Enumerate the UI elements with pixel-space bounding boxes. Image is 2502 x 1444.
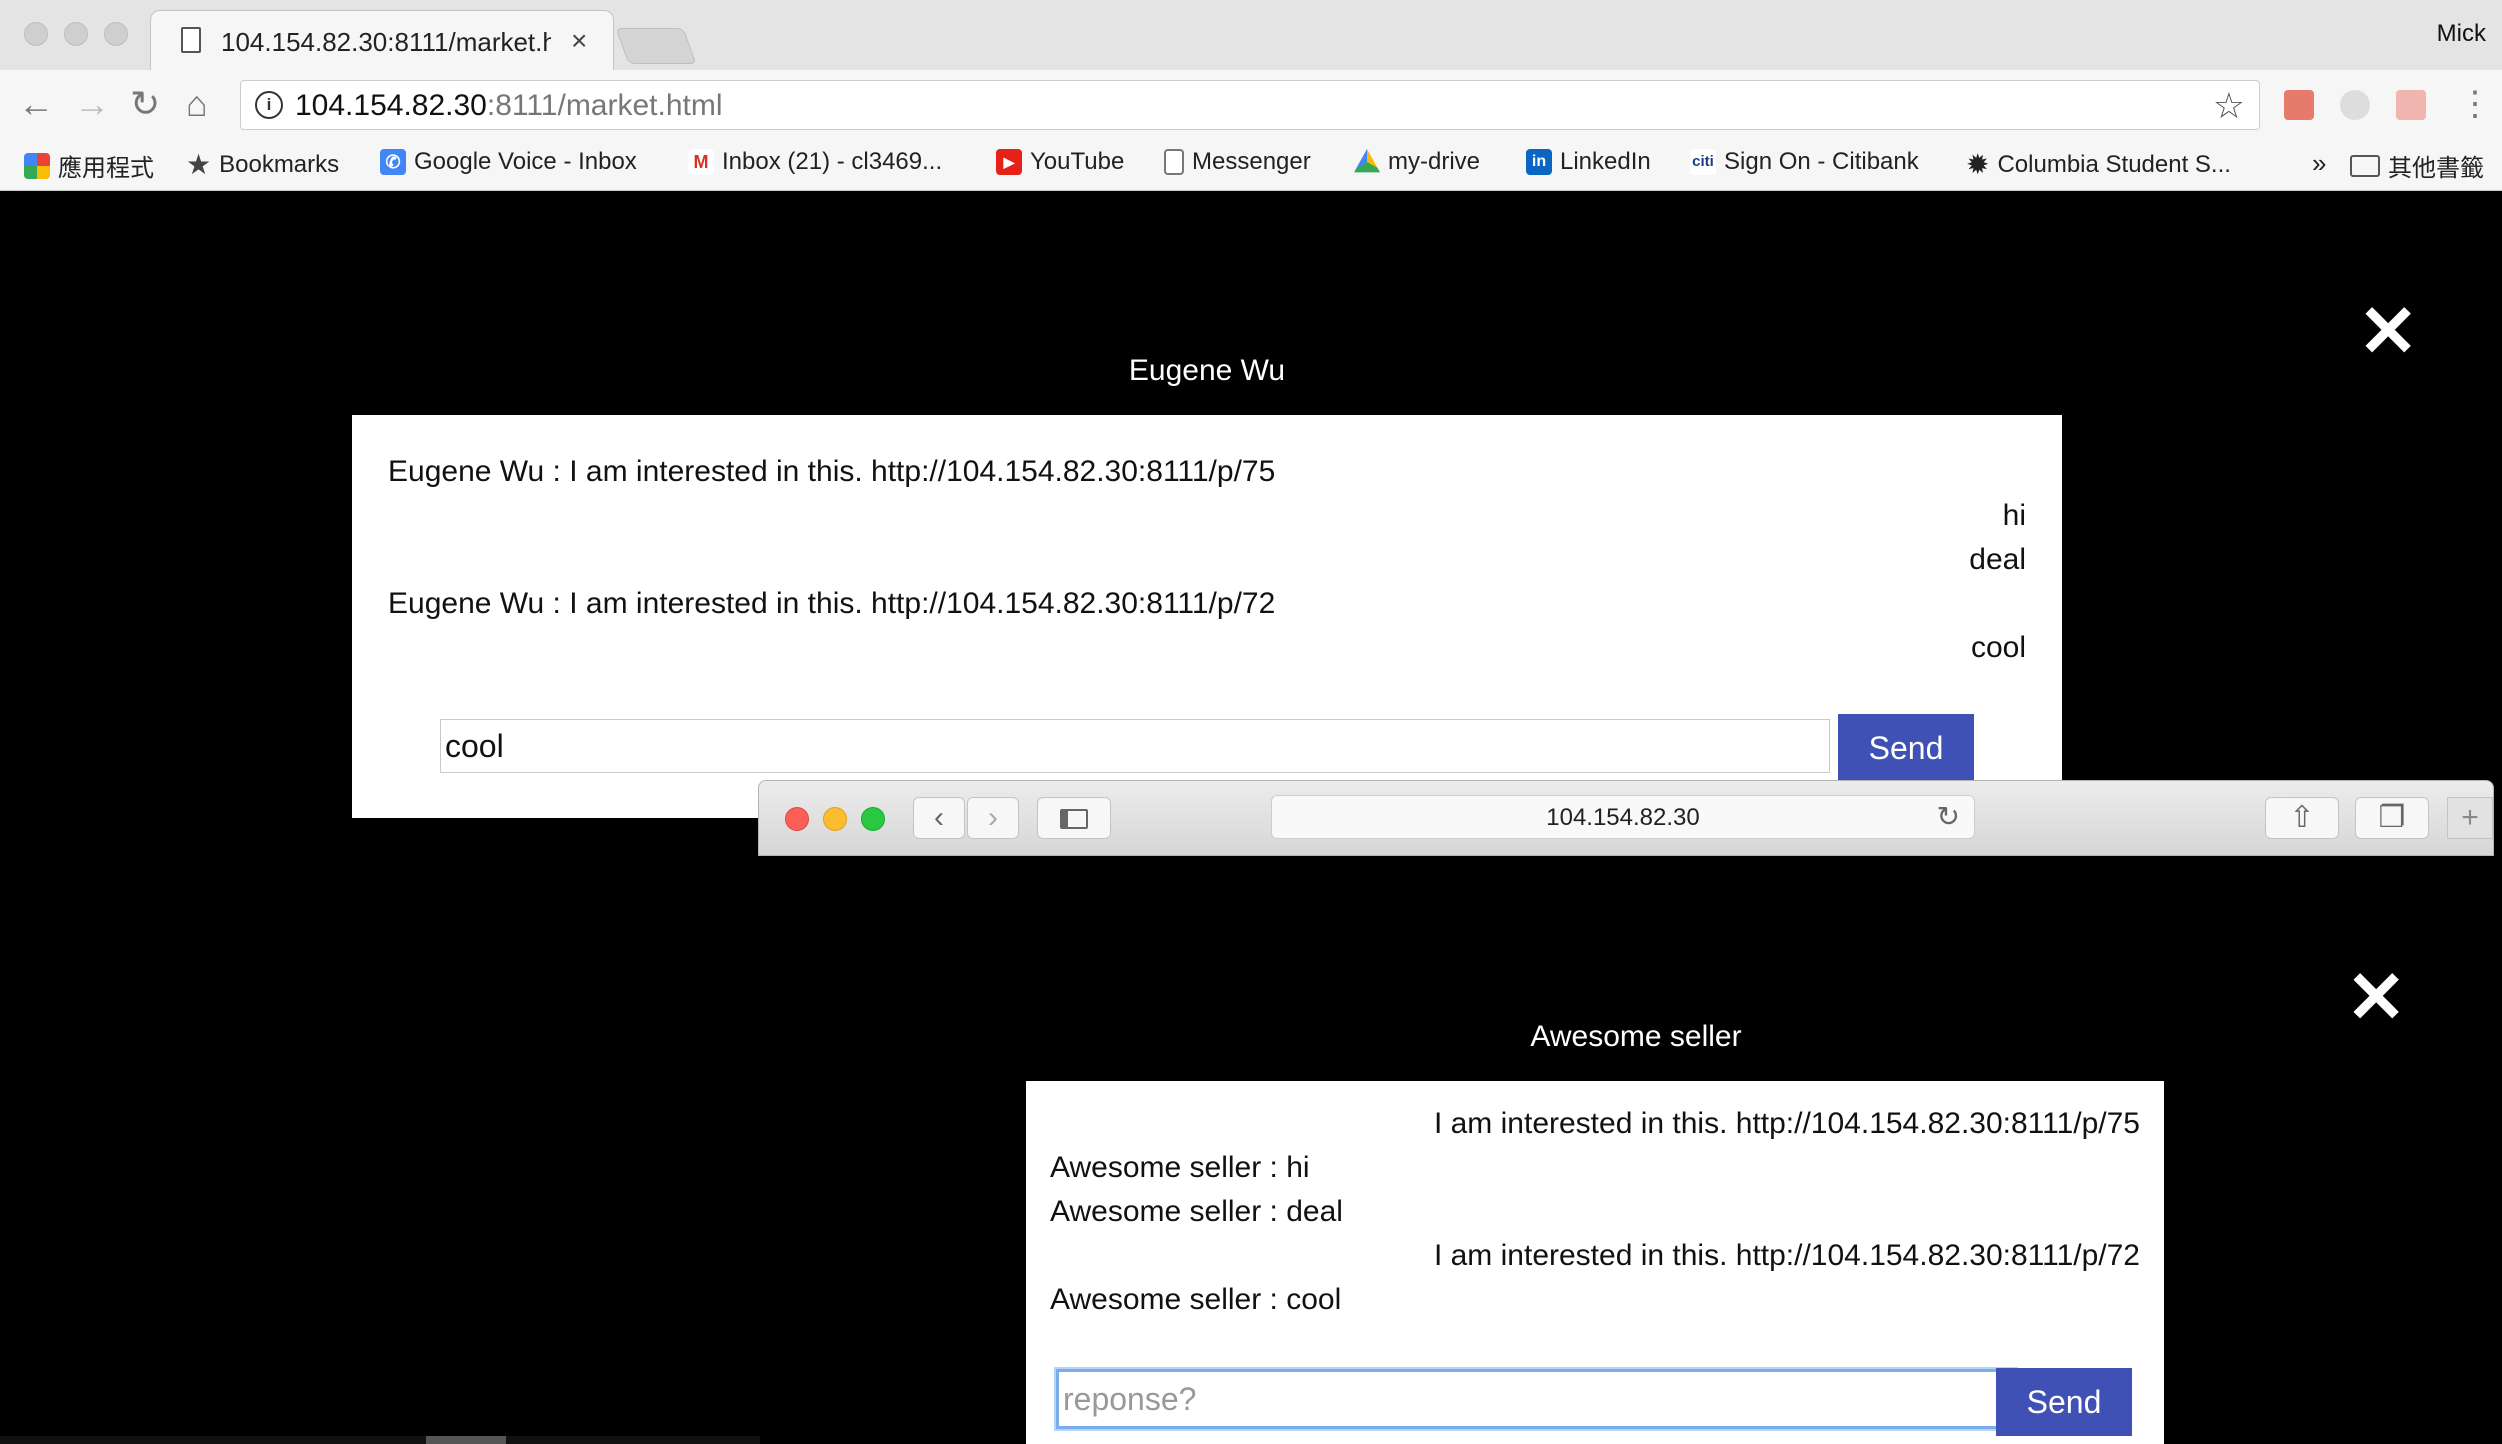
chat-message: cool [1970,631,2026,664]
bookmarks-overflow-chevron-icon[interactable]: » [2312,148,2326,179]
extension-cloud-icon[interactable] [2340,90,2370,120]
safari-minimize-button[interactable] [823,807,847,831]
forward-arrow-icon[interactable]: → [74,86,110,122]
zoom-window-button[interactable] [104,22,128,46]
safari-forward-icon[interactable]: › [967,797,1019,839]
address-url: 104.154.82.30:8111/market.html [295,89,723,122]
chat-message: I am interested in this. http://104.154.… [1433,1239,2140,1272]
tab-close-icon[interactable]: × [571,25,587,57]
gmail-icon: M [688,149,714,175]
bookmark-apps[interactable]: 應用程式 [24,148,154,183]
close-chat-icon[interactable]: ✕ [2346,962,2406,1034]
page-icon [1164,149,1184,175]
share-icon[interactable]: ⇧ [2265,797,2339,839]
chat-message: Awesome seller : deal [1050,1195,1343,1228]
google-voice-icon: ✆ [380,149,406,175]
tabs-overview-icon[interactable]: ❐ [2355,797,2429,839]
chat-response-input[interactable] [1056,1369,2016,1429]
citi-icon: citi [1690,149,1716,175]
columbia-icon: ✹ [1966,149,1990,180]
extension-hand-icon[interactable] [2396,90,2426,120]
new-tab-plus-icon[interactable]: + [2447,797,2493,839]
chat-message: deal [1969,543,2026,576]
reload-icon[interactable]: ↻ [130,86,160,122]
google-drive-icon [1354,149,1380,173]
bookmark-linkedin[interactable]: in LinkedIn [1526,148,1651,176]
back-arrow-icon[interactable]: ← [18,86,54,122]
chrome-tab-bar: 104.154.82.30:8111/market.html × Mick [0,0,2502,72]
chat-messages-panel: Eugene Wu : I am interested in this. htt… [352,415,2062,818]
send-button[interactable]: Send [1838,714,1974,782]
close-chat-icon[interactable]: ✕ [2358,296,2418,368]
sidebar-toggle-icon[interactable] [1037,797,1111,839]
safari-url-text: 104.154.82.30 [1546,804,1700,831]
bookmark-citibank[interactable]: citi Sign On - Citibank [1690,148,1919,176]
minimize-window-button[interactable] [64,22,88,46]
chrome-menu-icon[interactable]: ⋮ [2458,86,2492,122]
address-bar[interactable]: i 104.154.82.30:8111/market.html ☆ [240,80,2260,130]
send-button[interactable]: Send [1996,1368,2132,1436]
chat-message: Awesome seller : cool [1050,1283,1342,1316]
chat-message: Eugene Wu : I am interested in this. htt… [388,455,1276,488]
chat-message-input[interactable]: cool [440,719,1830,773]
safari-zoom-button[interactable] [861,807,885,831]
chat-message: Eugene Wu : I am interested in this. htt… [388,587,1276,620]
bookmark-google-voice[interactable]: ✆ Google Voice - Inbox [380,148,637,176]
safari-address-bar[interactable]: 104.154.82.30 ↻ [1271,795,1975,839]
bookmark-columbia[interactable]: ✹ Columbia Student S... [1966,148,2231,181]
linkedin-icon: in [1526,149,1552,175]
bookmark-gmail[interactable]: M Inbox (21) - cl3469... [688,148,942,176]
bookmark-bookmarks[interactable]: ★ Bookmarks [186,148,339,181]
safari-toolbar: ‹ › 104.154.82.30 ↻ ⇧ ❐ + [758,780,2494,856]
extension-red-icon[interactable] [2284,90,2314,120]
chat-title: Awesome seller [1530,1020,1742,1053]
chat-messages-panel: I am interested in this. http://104.154.… [1026,1081,2164,1444]
profile-name[interactable]: Mick [2437,20,2486,48]
close-window-button[interactable] [24,22,48,46]
bookmark-youtube[interactable]: ▶ YouTube [996,148,1124,176]
chat-message: I am interested in this. http://104.154.… [1433,1107,2140,1140]
horizontal-scrollbar-thumb[interactable] [426,1436,506,1444]
page-icon [181,27,201,53]
bookmark-my-drive[interactable]: my-drive [1354,148,1480,176]
star-icon: ★ [186,149,212,180]
chat-title: Eugene Wu [1128,354,1286,387]
bookmark-messenger[interactable]: Messenger [1164,148,1311,176]
new-tab-button[interactable] [615,28,697,64]
reload-icon[interactable]: ↻ [1937,800,1960,833]
home-icon[interactable]: ⌂ [186,86,208,122]
horizontal-scrollbar-track[interactable] [0,1436,760,1444]
bookmark-star-icon[interactable]: ☆ [2213,85,2245,127]
safari-back-icon[interactable]: ‹ [913,797,965,839]
bookmark-other-folder[interactable]: 其他書籤 [2350,148,2484,183]
chat-message: hi [2002,499,2026,532]
tab-title: 104.154.82.30:8111/market.html [221,27,551,57]
browser-tab[interactable]: 104.154.82.30:8111/market.html × [150,10,614,72]
folder-icon [2350,154,2380,177]
youtube-icon: ▶ [996,149,1022,175]
apps-grid-icon [24,152,50,179]
safari-close-button[interactable] [785,807,809,831]
info-icon[interactable]: i [255,91,283,119]
chat-message: Awesome seller : hi [1050,1151,1310,1184]
